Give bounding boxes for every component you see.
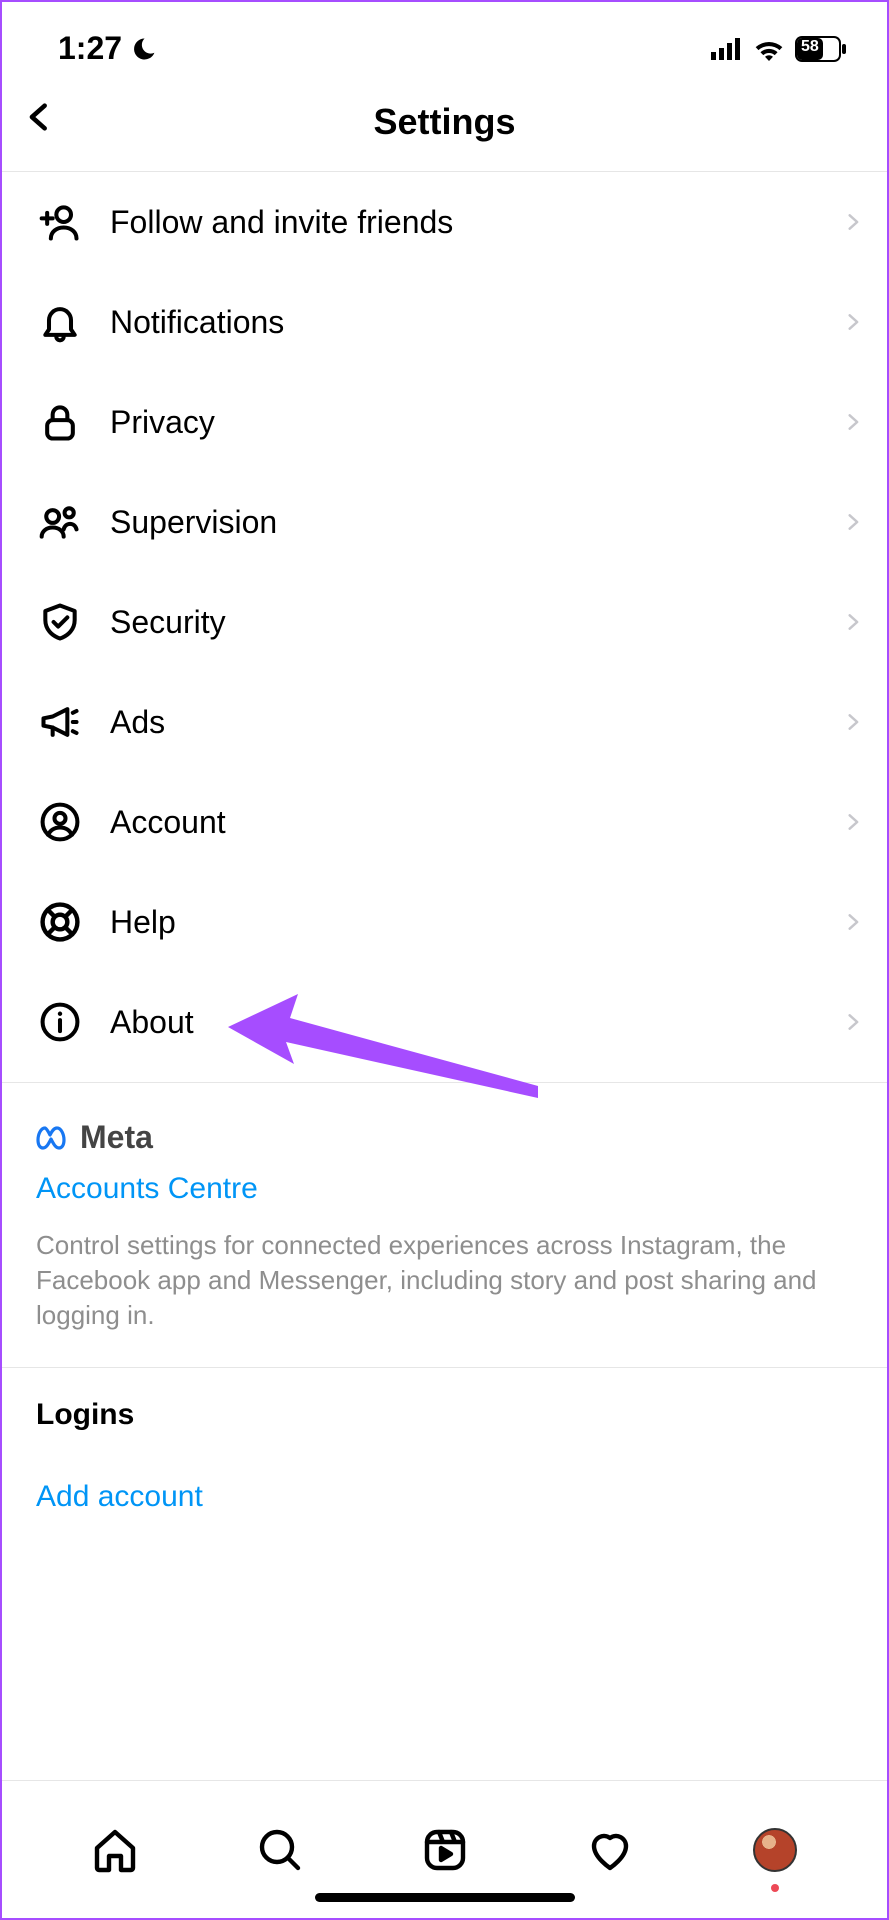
row-label: Supervision [110,504,843,541]
chevron-right-icon [843,208,863,236]
settings-row-help[interactable]: Help [2,872,887,972]
chevron-right-icon [843,708,863,736]
moon-icon [130,35,158,63]
settings-row-security[interactable]: Security [2,572,887,672]
home-indicator [315,1893,575,1902]
back-button[interactable] [22,95,56,139]
row-label: About [110,1004,843,1041]
meta-brand: Meta [36,1119,853,1156]
status-time: 1:27 [58,30,122,67]
row-label: Notifications [110,304,843,341]
settings-row-supervision[interactable]: Supervision [2,472,887,572]
status-bar: 1:27 58 [2,2,887,77]
megaphone-icon [36,698,84,746]
accounts-centre-link[interactable]: Accounts Centre [36,1172,853,1206]
meta-description: Control settings for connected experienc… [36,1228,853,1333]
logins-section: Logins Add account [2,1368,887,1554]
page-title: Settings [2,101,887,143]
chevron-right-icon [843,808,863,836]
settings-row-account[interactable]: Account [2,772,887,872]
tab-profile[interactable] [747,1822,803,1878]
settings-list: Follow and invite friends Notifications … [2,172,887,1072]
chevron-right-icon [843,1008,863,1036]
wifi-icon [753,37,785,61]
add-user-icon [36,198,84,246]
settings-row-notifications[interactable]: Notifications [2,272,887,372]
meta-brand-text: Meta [80,1119,153,1156]
header: Settings [2,77,887,172]
row-label: Ads [110,704,843,741]
add-account-link[interactable]: Add account [36,1480,853,1514]
settings-row-ads[interactable]: Ads [2,672,887,772]
people-icon [36,498,84,546]
info-icon [36,998,84,1046]
tab-reels[interactable] [417,1822,473,1878]
avatar [753,1828,797,1872]
bell-icon [36,298,84,346]
row-label: Privacy [110,404,843,441]
lock-icon [36,398,84,446]
battery-icon: 58 [795,36,847,62]
logins-title: Logins [36,1398,853,1432]
settings-row-follow-invite[interactable]: Follow and invite friends [2,172,887,272]
chevron-right-icon [843,608,863,636]
meta-logo-icon [36,1125,74,1151]
battery-percent: 58 [801,38,819,56]
row-label: Help [110,904,843,941]
meta-section: Meta Accounts Centre Control settings fo… [2,1083,887,1368]
shield-icon [36,598,84,646]
chevron-right-icon [843,508,863,536]
row-label: Security [110,604,843,641]
chevron-right-icon [843,408,863,436]
user-circle-icon [36,798,84,846]
tab-home[interactable] [87,1822,143,1878]
notification-dot-icon [771,1884,779,1892]
cellular-icon [711,38,743,60]
lifebuoy-icon [36,898,84,946]
chevron-right-icon [843,308,863,336]
tab-activity[interactable] [582,1822,638,1878]
row-label: Follow and invite friends [110,204,843,241]
row-label: Account [110,804,843,841]
tab-search[interactable] [252,1822,308,1878]
chevron-right-icon [843,908,863,936]
settings-row-privacy[interactable]: Privacy [2,372,887,472]
settings-row-about[interactable]: About [2,972,887,1072]
